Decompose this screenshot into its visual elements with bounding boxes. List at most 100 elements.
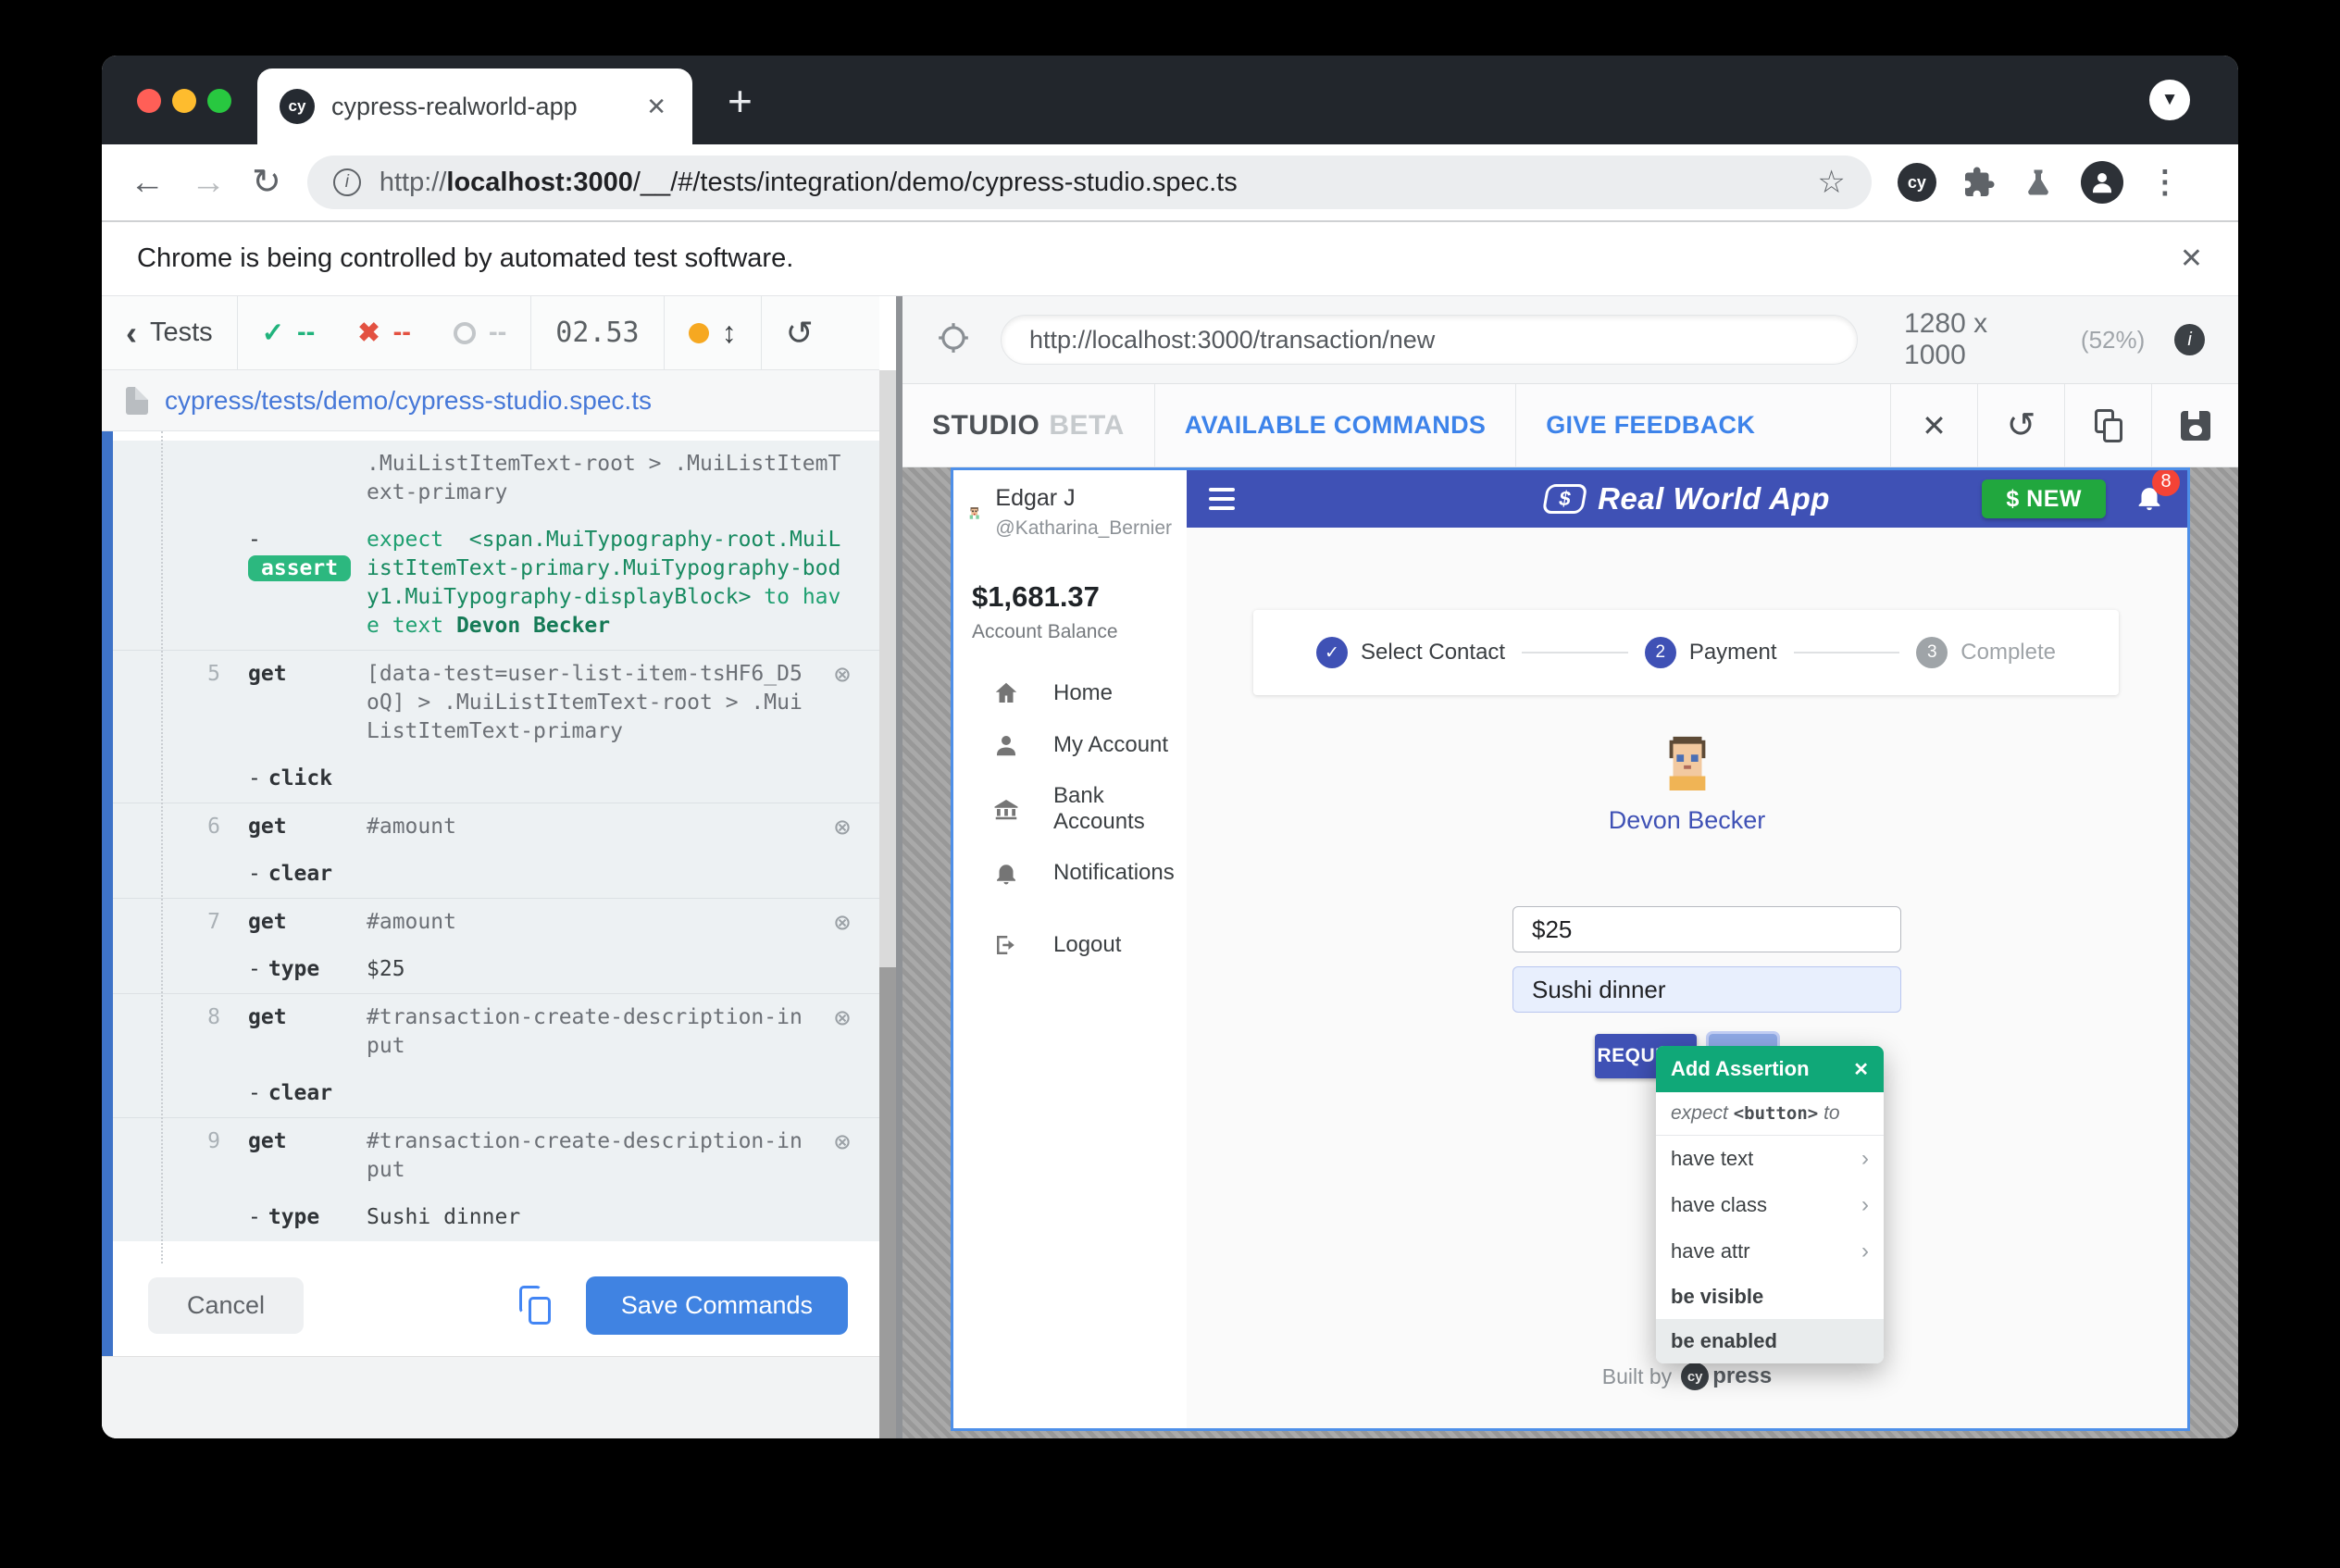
sidebar-item-bank-accounts[interactable]: Bank Accounts <box>953 771 1187 847</box>
description-input[interactable] <box>1512 966 1901 1013</box>
chevron-right-icon: › <box>1861 1238 1869 1263</box>
panel-divider[interactable] <box>896 296 902 1438</box>
sidebar-item-notifications[interactable]: Notifications <box>953 847 1187 899</box>
assertion-close-icon[interactable]: ✕ <box>1853 1058 1869 1081</box>
menu-hamburger-icon[interactable] <box>1209 488 1235 510</box>
selector-playground-icon[interactable] <box>936 320 971 360</box>
back-icon[interactable]: ← <box>130 165 165 200</box>
notifications-bell[interactable]: 8 <box>2134 470 2180 517</box>
cypress-logo-text: press <box>1712 1363 1773 1388</box>
command-row[interactable]: 9 get #transaction-create-description-in… <box>113 1117 879 1194</box>
assertion-item-have-class[interactable]: have class › <box>1656 1182 1884 1228</box>
contact-name-link[interactable]: Devon Becker <box>1187 806 2187 835</box>
spec-file-path[interactable]: cypress/tests/demo/cypress-studio.spec.t… <box>165 386 652 416</box>
sidebar-item-home[interactable]: Home <box>953 667 1187 719</box>
timer-value: 02.53 <box>555 317 640 349</box>
tab-close-icon[interactable]: ✕ <box>642 89 670 125</box>
new-tab-button[interactable]: + <box>728 76 753 126</box>
extensions-puzzle-icon[interactable] <box>1962 166 1996 199</box>
titlebar-dropdown-icon[interactable]: ▼ <box>2149 80 2190 120</box>
command-row[interactable]: .MuiListItemText-root > .MuiListItemText… <box>113 441 879 516</box>
test-stats: ✓ -- ✖ -- -- <box>238 296 532 369</box>
studio-copy-button[interactable] <box>2064 384 2151 467</box>
restart-tests-button[interactable]: ↺ <box>762 296 838 369</box>
tests-label: Tests <box>150 317 213 347</box>
command-row[interactable]: 7 get #amount ⊗ <box>113 898 879 946</box>
back-to-tests-button[interactable]: ‹ Tests <box>102 296 238 369</box>
bell-icon <box>997 865 1015 885</box>
copy-commands-icon[interactable] <box>518 1286 551 1325</box>
notice-close-icon[interactable]: ✕ <box>2180 243 2203 275</box>
reporter-scrollbar[interactable] <box>879 370 896 1438</box>
save-commands-button[interactable]: Save Commands <box>585 1276 848 1335</box>
studio-actions-footer: Cancel Save Commands <box>102 1263 879 1356</box>
app-brand-text: Real World App <box>1598 481 1830 516</box>
command-row[interactable]: - type Sushi dinner <box>113 1194 879 1241</box>
close-window-button[interactable] <box>137 89 161 113</box>
available-commands-link[interactable]: AVAILABLE COMMANDS <box>1155 384 1517 467</box>
studio-title: STUDIO BETA <box>902 384 1155 467</box>
sidebar-item-logout[interactable]: Logout <box>953 919 1187 971</box>
failed-count: -- <box>392 317 411 347</box>
spec-file-bar[interactable]: cypress/tests/demo/cypress-studio.spec.t… <box>102 370 879 431</box>
command-row[interactable]: - clear <box>113 851 879 898</box>
scroll-updown-icon: ↕ <box>721 316 737 349</box>
step-select-contact: ✓ Select Contact <box>1316 637 1505 668</box>
address-bar[interactable]: i http://localhost:3000/__/#/tests/integ… <box>306 156 1872 209</box>
remove-command-icon[interactable]: ⊗ <box>822 813 863 841</box>
browser-menu-icon[interactable]: ⋮ <box>2149 164 2181 201</box>
command-row[interactable]: - clear <box>113 1070 879 1117</box>
passed-check-icon: ✓ <box>261 318 284 348</box>
auto-scroll-control[interactable]: ↕ <box>665 296 762 369</box>
cancel-button[interactable]: Cancel <box>148 1276 305 1334</box>
studio-restart-button[interactable]: ↺ <box>1977 384 2064 467</box>
assertion-item-be-visible[interactable]: be visible <box>1656 1275 1884 1319</box>
reload-icon[interactable]: ↻ <box>252 165 281 200</box>
studio-close-button[interactable]: ✕ <box>1890 384 1977 467</box>
give-feedback-link[interactable]: GIVE FEEDBACK <box>1516 384 1785 467</box>
restart-icon: ↺ <box>2006 406 2036 445</box>
remove-command-icon[interactable]: ⊗ <box>822 1127 863 1156</box>
remove-command-icon[interactable]: ⊗ <box>822 908 863 937</box>
restart-icon: ↺ <box>785 313 814 352</box>
cypress-extension-icon[interactable]: cy <box>1897 163 1936 202</box>
auto-scroll-dot-icon <box>688 322 709 343</box>
user-name: Edgar J <box>995 485 1076 511</box>
amount-input[interactable] <box>1512 906 1901 952</box>
dash: - <box>248 528 261 552</box>
viewport-info-icon[interactable]: i <box>2174 324 2205 355</box>
page-info-icon[interactable]: i <box>332 168 361 196</box>
studio-save-button[interactable] <box>2151 384 2238 467</box>
command-row[interactable]: 5 get [data-test=user-list-item-tsHF6_D5… <box>113 650 879 755</box>
scrollbar-thumb[interactable] <box>879 967 896 1438</box>
remove-command-icon[interactable]: ⊗ <box>822 1003 863 1032</box>
maximize-window-button[interactable] <box>207 89 231 113</box>
profile-avatar-icon[interactable] <box>2080 161 2123 204</box>
app-logo: $ Real World App <box>1541 481 1830 516</box>
remove-command-icon[interactable]: ⊗ <box>822 660 863 689</box>
flask-extension-icon[interactable] <box>2022 166 2055 199</box>
browser-tab[interactable]: cy cypress-realworld-app ✕ <box>257 68 692 144</box>
selected-contact: Devon Becker <box>1187 733 2187 835</box>
new-transaction-button[interactable]: $ NEW <box>1982 479 2106 518</box>
url-path: /__/#/tests/integration/demo/cypress-stu… <box>632 167 1238 197</box>
minimize-window-button[interactable] <box>172 89 196 113</box>
dollar-logo-icon: $ <box>1541 484 1587 514</box>
command-row[interactable]: 6 get #amount ⊗ <box>113 803 879 851</box>
command-row[interactable]: - type $25 <box>113 946 879 993</box>
browser-titlebar: cy cypress-realworld-app ✕ + ▼ <box>102 56 2238 144</box>
tab-title: cypress-realworld-app <box>331 92 578 120</box>
balance-amount: $1,681.37 <box>972 580 1100 613</box>
aut-url-bar[interactable]: http://localhost:3000/transaction/new <box>1001 315 1859 365</box>
bookmark-star-icon[interactable]: ☆ <box>1817 164 1845 201</box>
assertion-item-be-enabled[interactable]: be enabled <box>1656 1319 1884 1363</box>
command-row[interactable]: 8 get #transaction-create-description-in… <box>113 993 879 1070</box>
assertion-item-have-text[interactable]: have text › <box>1656 1136 1884 1182</box>
command-row[interactable]: - click <box>113 755 879 803</box>
assertion-title: Add Assertion <box>1671 1057 1810 1080</box>
sidebar-item-my-account[interactable]: My Account <box>953 719 1187 771</box>
assertion-item-have-attr[interactable]: have attr › <box>1656 1228 1884 1275</box>
app-header: $ Real World App $ NEW 8 <box>1187 470 2187 528</box>
command-row-assert[interactable]: - assert expect <span.MuiTypography-root.… <box>113 516 879 650</box>
logout-icon <box>997 936 1014 954</box>
